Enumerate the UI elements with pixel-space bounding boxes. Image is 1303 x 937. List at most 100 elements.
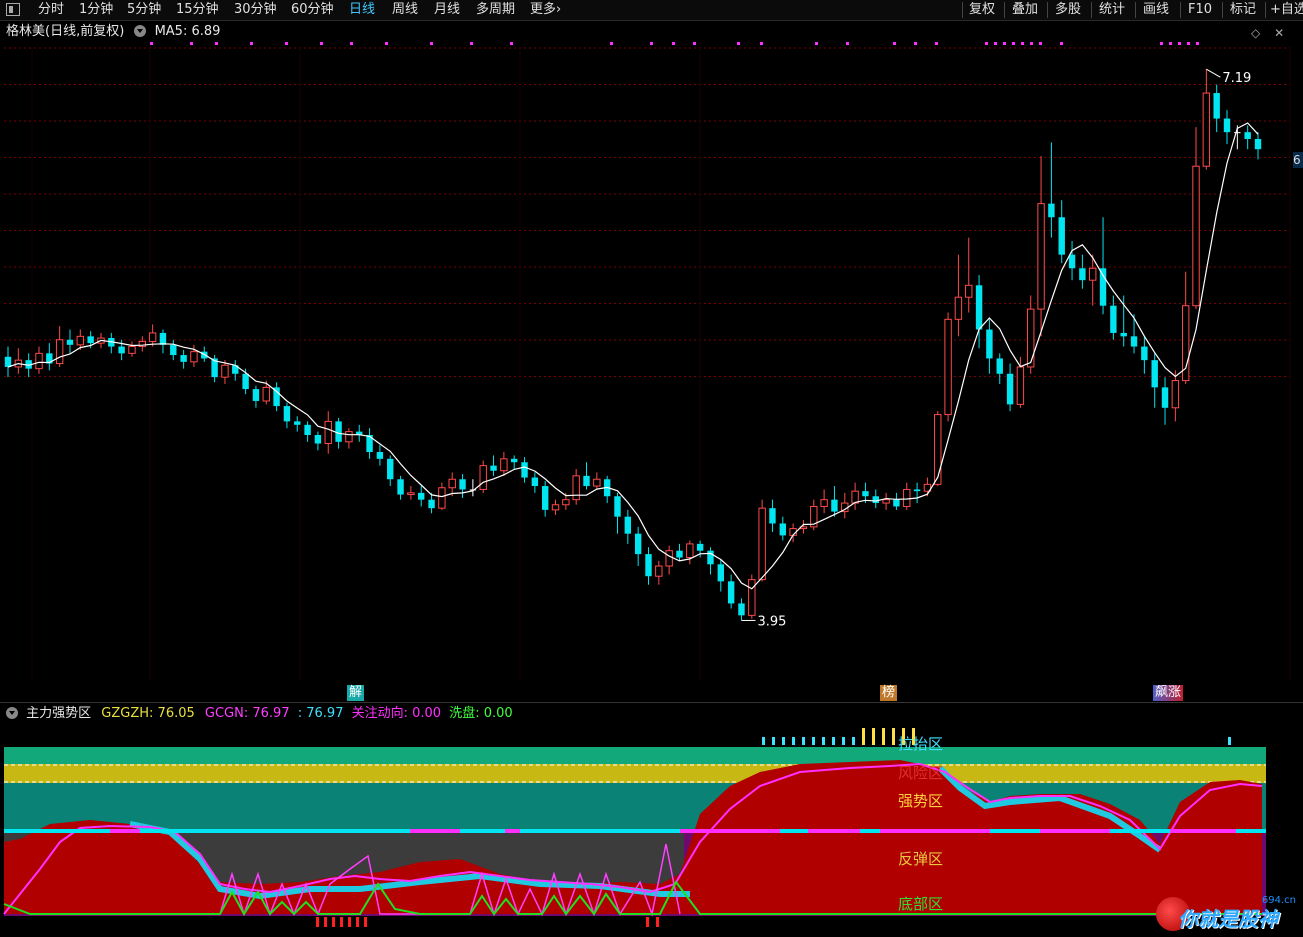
bottom-tick: [340, 917, 343, 927]
f10-button[interactable]: F10: [1188, 0, 1212, 20]
pane-divider: [0, 702, 1303, 703]
candle-body-down: [779, 523, 786, 536]
signal-dot: [385, 42, 388, 45]
candle-body-down: [862, 491, 869, 497]
signal-dot: [693, 42, 696, 45]
candle-body-up: [882, 499, 890, 504]
watermark-logo: 你就是股神 694.cn: [1150, 893, 1302, 937]
candle-body-up: [76, 335, 85, 346]
toolbar-divider: [962, 2, 963, 18]
indicator-name: 主力强势区: [26, 706, 92, 721]
bottom-tick: [646, 917, 649, 927]
signal-tick: [782, 737, 785, 745]
candle-body-down: [87, 336, 94, 344]
midline-segment: [990, 829, 1040, 833]
candle-body-down: [1079, 268, 1086, 281]
signal-tick: [762, 737, 765, 745]
candle-body-down: [531, 477, 539, 487]
risk-zone-band: [4, 764, 1266, 783]
low-price-label: 3.95: [757, 614, 786, 629]
period-5min[interactable]: 5分钟: [127, 0, 161, 20]
candle-body-down: [170, 344, 177, 356]
mark-button[interactable]: 标记: [1230, 0, 1256, 20]
toolbar-divider: [1180, 2, 1181, 18]
candle-body-down: [418, 492, 425, 500]
statistics-button[interactable]: 统计: [1099, 0, 1125, 20]
midline-segment: [880, 829, 990, 833]
bottom-tick: [332, 917, 335, 927]
period-daily[interactable]: 日线: [349, 0, 375, 20]
draw-line-button[interactable]: 画线: [1143, 0, 1169, 20]
period-weekly[interactable]: 周线: [392, 0, 418, 20]
period-monthly[interactable]: 月线: [434, 0, 460, 20]
add-watchlist-button[interactable]: +自选: [1270, 0, 1303, 20]
candle-body-down: [1161, 387, 1169, 408]
overlay-button[interactable]: 叠加: [1012, 0, 1038, 20]
signal-tag-biaozhang[interactable]: 飙涨: [1153, 685, 1184, 701]
indicator-value: : 76.97: [297, 706, 344, 721]
signal-tick: [872, 728, 875, 745]
signal-dot: [650, 42, 653, 45]
candle-body-down: [1006, 373, 1014, 405]
period-more[interactable]: 更多›: [530, 0, 561, 20]
bottom-tick: [316, 917, 319, 927]
candle-body-down: [397, 479, 404, 495]
zone-label-risk: 风险区: [898, 764, 944, 782]
candle-body-down: [738, 603, 745, 616]
candle-body-up: [1037, 203, 1045, 310]
signal-tick: [772, 737, 775, 745]
window-toggle-icon[interactable]: [6, 3, 20, 16]
period-30min[interactable]: 30分钟: [234, 0, 277, 20]
midline-segment: [460, 829, 505, 833]
more-label: 更多: [530, 2, 557, 17]
candle-body-down: [986, 329, 993, 359]
signal-tag-jie[interactable]: 解: [347, 685, 365, 701]
signal-dot: [320, 42, 323, 45]
fuquan-button[interactable]: 复权: [969, 0, 995, 20]
signal-dot: [985, 42, 988, 45]
period-multi[interactable]: 多周期: [476, 0, 515, 20]
dropdown-icon[interactable]: [6, 707, 18, 719]
bottom-tick: [348, 917, 351, 927]
period-fenshi[interactable]: 分时: [38, 0, 64, 20]
bottom-tick: [324, 917, 327, 927]
candle-body-up: [55, 339, 64, 365]
period-1min[interactable]: 1分钟: [79, 0, 113, 20]
indicator-gcgn: GCGN: 76.97: [204, 706, 290, 721]
candle-body-down: [1213, 93, 1220, 119]
period-60min[interactable]: 60分钟: [291, 0, 334, 20]
candle-body-down: [541, 486, 549, 510]
candle-body-up: [686, 543, 694, 559]
multi-stock-button[interactable]: 多股: [1055, 0, 1081, 20]
candle-body-up: [593, 478, 601, 487]
candle-body-up: [438, 487, 446, 509]
signal-dot: [1196, 42, 1199, 45]
signal-dot: [737, 42, 740, 45]
candle-body-down: [1254, 138, 1262, 150]
bottom-tick: [364, 917, 367, 927]
period-15min[interactable]: 15分钟: [176, 0, 219, 20]
midline-segment: [860, 829, 880, 833]
candle-body-down: [1151, 360, 1158, 388]
candle-body-up: [324, 420, 332, 445]
midline-segment: [4, 829, 110, 833]
midline-segment: [140, 829, 410, 833]
bottom-tick: [656, 917, 659, 927]
candle-body-down: [645, 554, 652, 577]
signal-dot: [510, 42, 513, 45]
candles: [4, 69, 1262, 621]
indicator-attention: 关注动向: 0.00: [351, 706, 442, 721]
candle-body-up: [551, 504, 560, 511]
candle-body-up: [479, 465, 487, 490]
candlestick-chart[interactable]: 7.19 3.95: [0, 20, 1303, 700]
signal-dot: [1030, 42, 1033, 45]
signal-tag-bang[interactable]: 榜: [880, 685, 898, 701]
indicator-chart[interactable]: [0, 724, 1303, 937]
candle-body-up: [1016, 366, 1025, 405]
candle-body-down: [304, 424, 311, 436]
watermark-text: 你就是股神: [1178, 907, 1278, 931]
candle-body-down: [252, 389, 260, 401]
signal-dot: [1003, 42, 1006, 45]
signal-dot: [1187, 42, 1190, 45]
candle-body-up: [820, 499, 828, 507]
